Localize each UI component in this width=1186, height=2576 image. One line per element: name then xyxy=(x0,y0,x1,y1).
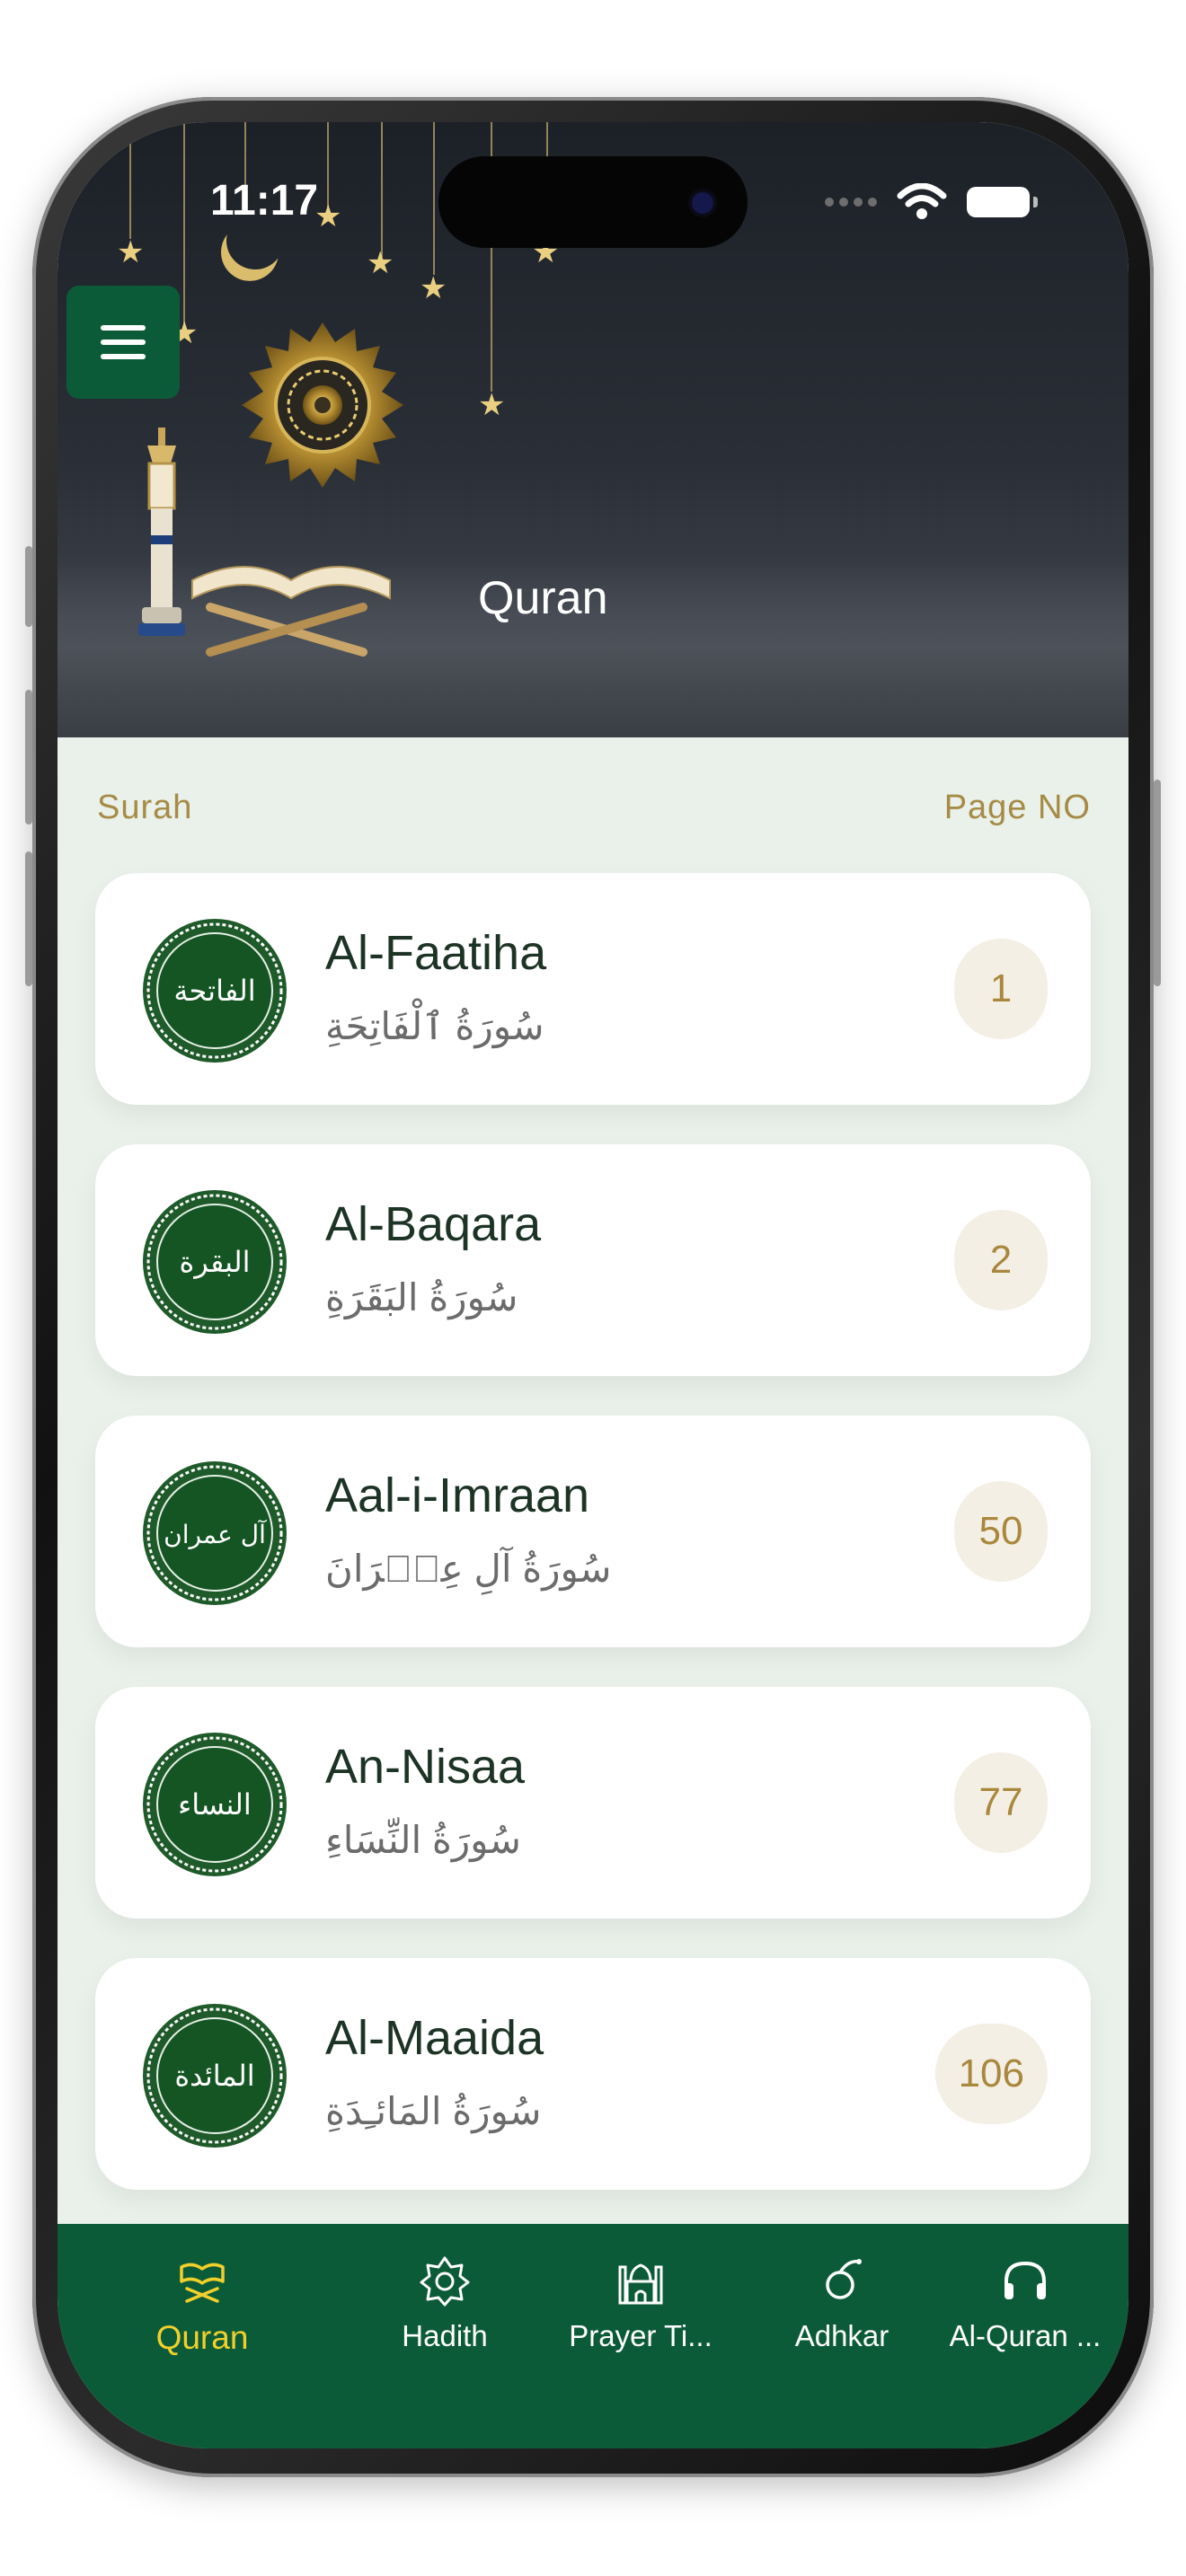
tab-al-quran-audio[interactable]: Al-Quran ... xyxy=(922,2254,1128,2353)
page-number-badge: 1 xyxy=(954,939,1048,1039)
surah-name: Al-Faatiha xyxy=(325,926,547,980)
seal-text: النساء xyxy=(178,1787,252,1822)
mosque-icon xyxy=(618,2263,663,2305)
page-title: Quran xyxy=(478,572,608,624)
adhkar-icon xyxy=(826,2259,862,2299)
page-number-badge: 77 xyxy=(954,1752,1048,1853)
seal-text: الفاتحة xyxy=(173,974,255,1008)
hamburger-icon xyxy=(101,325,146,331)
star-icon: ★ xyxy=(478,388,506,422)
tab-quran[interactable]: Quran xyxy=(99,2254,305,2357)
surah-seal-icon: النساء xyxy=(143,1733,287,1876)
star-icon: ★ xyxy=(367,246,394,280)
seal-text: المائدة xyxy=(174,2059,254,2093)
seal-text: آل عمران xyxy=(164,1520,267,1549)
battery-icon xyxy=(967,187,1038,217)
open-quran-book-icon xyxy=(191,566,391,657)
quran-icon xyxy=(180,2263,225,2303)
surah-arabic-name: سُورَةُ ٱلْفَاتِحَةِ xyxy=(325,1005,544,1047)
hadith-icon xyxy=(420,2256,470,2307)
surah-seal-icon: آل عمران xyxy=(143,1461,287,1605)
surah-card-an-nisaa[interactable]: النساء An-Nisaa سُورَةُ النِّسَاءِ 77 xyxy=(95,1687,1091,1919)
surah-card-aal-i-imraan[interactable]: آل عمران Aal-i-Imraan سُورَةُ آلِ عِمۡرَ… xyxy=(95,1416,1091,1647)
status-time: 11:17 xyxy=(210,177,319,225)
surah-card-al-baqara[interactable]: البقرة Al-Baqara سُورَةُ البَقَرَةِ 2 xyxy=(95,1144,1091,1376)
surah-arabic-name: سُورَةُ النِّسَاءِ xyxy=(325,1819,521,1861)
surah-card-al-faatiha[interactable]: الفاتحة Al-Faatiha سُورَةُ ٱلْفَاتِحَةِ … xyxy=(95,873,1091,1105)
tab-label: Quran xyxy=(155,2319,249,2356)
surah-name: Aal-i-Imraan xyxy=(325,1469,590,1522)
surah-column-label: Surah xyxy=(97,789,193,826)
front-camera xyxy=(692,192,713,214)
list-header: Surah Page NO xyxy=(97,789,1091,827)
star-icon: ★ xyxy=(420,271,447,305)
surah-seal-icon: البقرة xyxy=(143,1190,287,1334)
status-icons xyxy=(825,183,1038,221)
surah-name: Al-Maaida xyxy=(325,2011,544,2065)
page-column-label: Page NO xyxy=(943,789,1091,826)
star-icon: ★ xyxy=(117,235,145,269)
app-screen: ★ ★ ★ ★ ★ ★ ★ 11:17 Quran Surah Page NO … xyxy=(58,122,1128,2448)
surah-card-al-maaida[interactable]: المائدة Al-Maaida سُورَةُ المَائـِدَةِ 1… xyxy=(95,1958,1091,2190)
ornament-medallion-icon xyxy=(242,322,403,488)
tab-label: Adhkar xyxy=(794,2319,890,2352)
volume-up-button xyxy=(25,690,32,825)
tab-adhkar[interactable]: Adhkar xyxy=(739,2254,945,2353)
star-icon: ★ xyxy=(314,199,342,234)
tab-label: Prayer Ti... xyxy=(569,2319,712,2352)
page-number-badge: 50 xyxy=(954,1481,1048,1582)
wifi-icon xyxy=(897,183,947,219)
header-banner: ★ ★ ★ ★ ★ ★ ★ 11:17 Quran xyxy=(58,122,1128,737)
surah-arabic-name: سُورَةُ البَقَرَةِ xyxy=(325,1276,518,1319)
signal-icon xyxy=(825,198,877,207)
tab-hadith[interactable]: Hadith xyxy=(341,2254,548,2353)
seal-text: البقرة xyxy=(180,1245,251,1279)
page-number-badge: 106 xyxy=(934,2024,1048,2124)
tab-label: Al-Quran ... xyxy=(949,2319,1102,2352)
surah-arabic-name: سُورَةُ المَائـِدَةِ xyxy=(325,2090,542,2132)
surah-arabic-name: سُورَةُ آلِ عِمۡرَانَ xyxy=(325,1548,612,1590)
menu-button[interactable] xyxy=(66,286,180,399)
headphones-icon xyxy=(1005,2261,1046,2299)
page-number-badge: 2 xyxy=(954,1210,1048,1310)
volume-down-button xyxy=(25,851,32,986)
surah-seal-icon: الفاتحة xyxy=(143,919,287,1063)
tab-prayer-times[interactable]: Prayer Ti... xyxy=(537,2254,744,2353)
tab-label: Hadith xyxy=(402,2319,488,2352)
surah-seal-icon: المائدة xyxy=(143,2004,287,2148)
power-button xyxy=(1154,780,1161,986)
action-button xyxy=(25,546,32,627)
surah-name: Al-Baqara xyxy=(325,1197,542,1251)
surah-name: An-Nisaa xyxy=(325,1740,526,1794)
bottom-tab-bar: Quran Hadith Prayer Ti... Adhkar Al-Qura… xyxy=(58,2224,1128,2448)
